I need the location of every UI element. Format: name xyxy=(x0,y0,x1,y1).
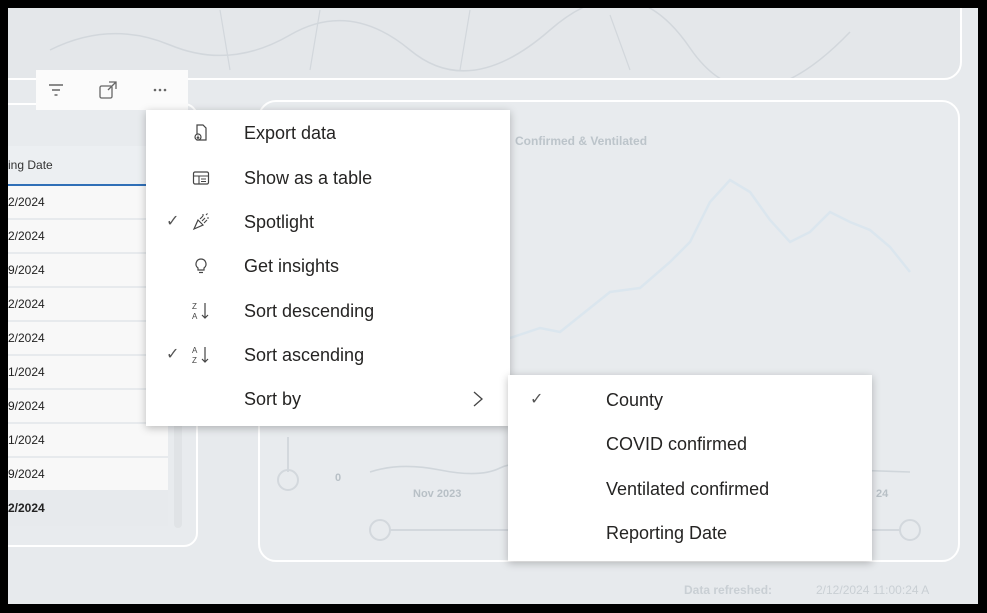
svg-text:A: A xyxy=(192,312,198,321)
menu-item-label: Get insights xyxy=(244,256,340,276)
table-row[interactable]: 2/2024 xyxy=(8,322,168,356)
table-icon xyxy=(190,167,212,189)
table-row[interactable]: 2/2024 xyxy=(8,220,168,254)
checkmark-icon: ✓ xyxy=(166,346,180,363)
more-options-icon[interactable] xyxy=(140,70,180,110)
map-outline xyxy=(49,8,851,78)
menu-item-get-insights[interactable]: Get insights xyxy=(146,244,510,288)
svg-text:Z: Z xyxy=(192,302,197,311)
filter-icon[interactable] xyxy=(36,70,76,110)
sort-descending-icon: ZA xyxy=(190,300,212,322)
menu-item-show-as-table[interactable]: Show as a table xyxy=(146,156,510,200)
data-refreshed-label: Data refreshed: xyxy=(684,583,773,597)
table-row[interactable]: 9/2024 xyxy=(8,458,168,492)
focus-mode-icon[interactable] xyxy=(88,70,128,110)
spotlight-icon xyxy=(190,211,212,233)
menu-item-spotlight[interactable]: ✓ Spotlight xyxy=(146,200,510,244)
menu-item-sort-by[interactable]: Sort by xyxy=(146,377,510,421)
sort-by-item-ventilated-confirmed[interactable]: Ventilated confirmed xyxy=(508,467,872,511)
table-row[interactable]: 9/2024 xyxy=(8,254,168,288)
x-axis-tick: Nov 2023 xyxy=(413,488,462,500)
svg-text:Z: Z xyxy=(192,356,197,365)
table-row[interactable]: 2/2024 xyxy=(8,186,168,220)
data-table: ing Date 2/2024 2/2024 9/2024 2/2024 2/2… xyxy=(8,146,168,526)
x-axis-tick-right: 24 xyxy=(876,488,889,500)
menu-item-label: Export data xyxy=(244,123,337,143)
table-total-row: 2/2024 xyxy=(8,492,168,526)
menu-item-label: Sort ascending xyxy=(244,345,365,365)
sort-by-submenu: ✓ County COVID confirmed Ventilated conf… xyxy=(508,375,872,561)
table-row[interactable]: 9/2024 xyxy=(8,390,168,424)
submenu-item-label: COVID confirmed xyxy=(606,434,748,454)
menu-item-label: Sort by xyxy=(244,389,302,409)
sort-by-item-covid-confirmed[interactable]: COVID confirmed xyxy=(508,422,872,466)
submenu-item-label: County xyxy=(606,390,664,410)
sort-by-item-county[interactable]: ✓ County xyxy=(508,378,872,422)
y-axis-zero-tick: 0 xyxy=(335,472,342,484)
svg-text:A: A xyxy=(192,346,198,355)
more-options-menu: Export data Show as a table ✓ Spotlight … xyxy=(146,110,510,426)
checkmark-icon: ✓ xyxy=(530,391,544,408)
table-row[interactable]: 2/2024 xyxy=(8,288,168,322)
submenu-item-label: Ventilated confirmed xyxy=(606,479,770,499)
submenu-item-label: Reporting Date xyxy=(606,523,728,543)
menu-item-label: Sort descending xyxy=(244,301,375,321)
lightbulb-icon xyxy=(190,255,212,277)
report-canvas: ing Date 2/2024 2/2024 9/2024 2/2024 2/2… xyxy=(8,8,978,604)
menu-item-sort-ascending[interactable]: ✓ AZ Sort ascending xyxy=(146,333,510,377)
menu-item-export-data[interactable]: Export data xyxy=(146,111,510,155)
checkmark-icon: ✓ xyxy=(166,213,180,230)
chevron-right-icon xyxy=(470,389,486,414)
visual-header-toolbar xyxy=(36,70,188,110)
table-row[interactable]: 1/2024 xyxy=(8,356,168,390)
menu-item-label: Spotlight xyxy=(244,212,315,232)
menu-item-label: Show as a table xyxy=(244,168,373,188)
table-row[interactable]: 1/2024 xyxy=(8,424,168,458)
export-data-icon xyxy=(190,122,212,144)
menu-item-sort-descending[interactable]: ZA Sort descending xyxy=(146,289,510,333)
data-refreshed-value: 2/12/2024 11:00:24 A xyxy=(816,583,930,597)
sort-ascending-icon: AZ xyxy=(190,344,212,366)
column-header-reporting-date[interactable]: ing Date xyxy=(8,146,168,186)
sort-by-item-reporting-date[interactable]: Reporting Date xyxy=(508,511,872,555)
chart-title: Confirmed & Ventilated xyxy=(515,134,648,148)
